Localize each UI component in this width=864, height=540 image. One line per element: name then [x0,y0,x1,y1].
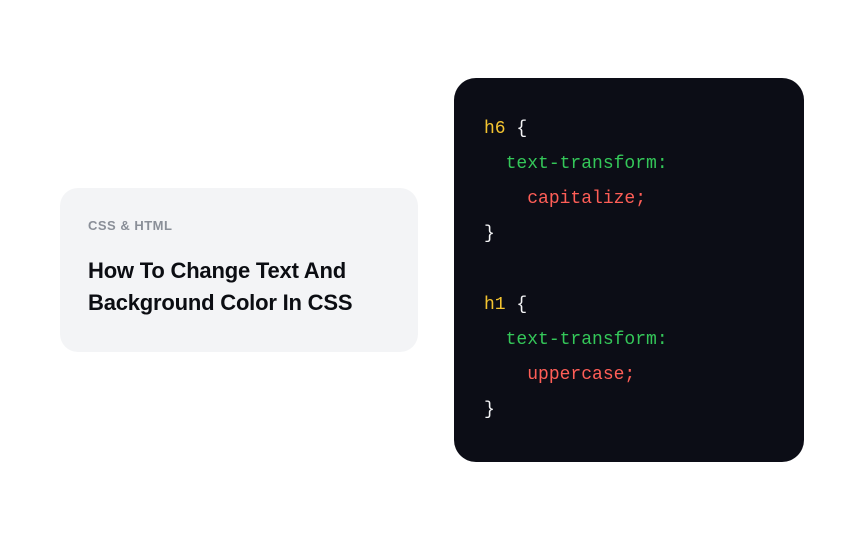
code-brace-open: { [506,119,528,139]
code-indent [484,189,527,209]
code-value: capitalize; [527,189,646,209]
code-line: uppercase; [484,358,774,393]
code-property: text-transform: [506,154,668,174]
code-line: text-transform: [484,323,774,358]
code-line: h6 { [484,112,774,147]
code-selector: h6 [484,119,506,139]
code-line: h1 { [484,288,774,323]
code-brace-open: { [506,295,528,315]
code-indent [484,365,527,385]
code-indent [484,330,506,350]
code-line: text-transform: [484,147,774,182]
layout-container: CSS & HTML How To Change Text And Backgr… [0,0,864,540]
code-value: uppercase; [527,365,635,385]
code-indent [484,154,506,174]
article-card[interactable]: CSS & HTML How To Change Text And Backgr… [60,188,418,353]
article-category: CSS & HTML [88,218,390,233]
code-brace-close: } [484,400,495,420]
code-property: text-transform: [506,330,668,350]
code-snippet-card: h6 { text-transform: capitalize; } h1 { … [454,78,804,462]
code-blank-line [484,252,774,287]
article-title: How To Change Text And Background Color … [88,255,390,319]
code-line: } [484,393,774,428]
code-line: capitalize; [484,182,774,217]
code-line: } [484,217,774,252]
code-brace-close: } [484,224,495,244]
code-selector: h1 [484,295,506,315]
